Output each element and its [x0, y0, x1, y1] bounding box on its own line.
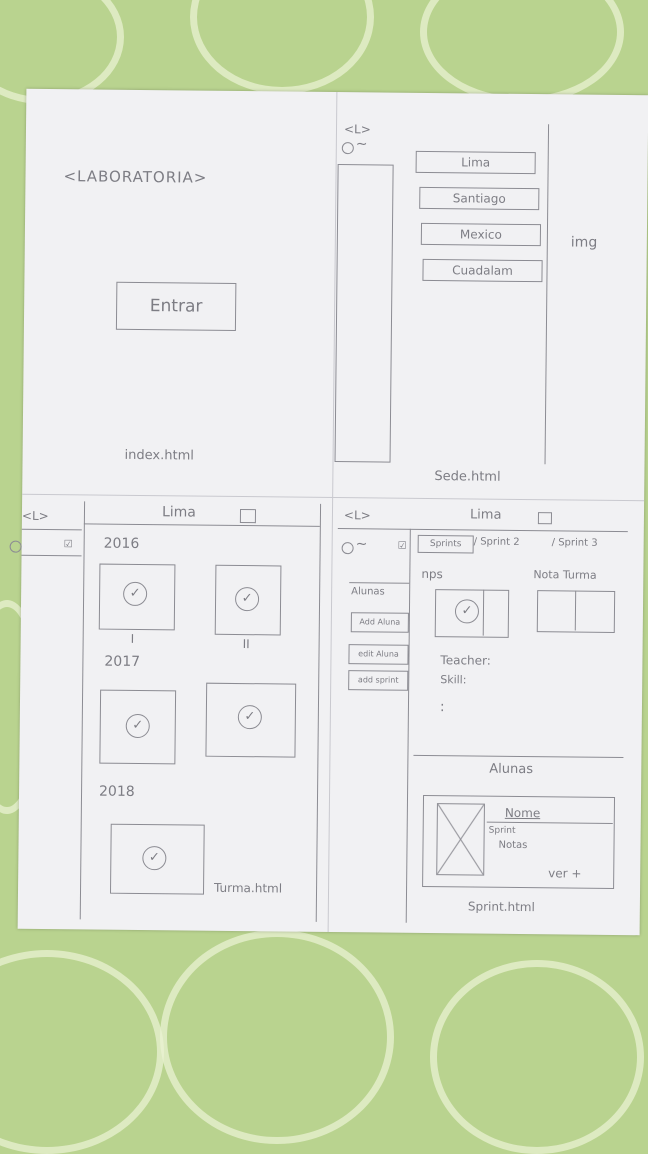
- city-button-lima[interactable]: Lima: [415, 150, 536, 175]
- sidebar-top-line: [349, 582, 410, 584]
- turma-mark-1: I: [130, 631, 135, 646]
- year-2016-label: 2016: [103, 535, 140, 552]
- user-avatar-icon[interactable]: [341, 142, 354, 155]
- window-square-icon[interactable]: [239, 509, 257, 524]
- alunas-section-label: Alunas: [489, 761, 534, 778]
- sede-sidebar: [334, 164, 394, 463]
- city-button-mexico[interactable]: Mexico: [420, 222, 542, 247]
- aluna-photo-placeholder: [436, 803, 485, 876]
- sede-filename: Sede.html: [434, 469, 501, 485]
- fold-line-vertical: [327, 92, 338, 932]
- checkmark-icon: ✓: [234, 586, 260, 612]
- checkmark-icon: ✓: [454, 599, 480, 624]
- skill-label: Skill:: [440, 673, 467, 687]
- sprint-logo: <L>: [343, 508, 371, 523]
- checkmark-icon: ✓: [125, 713, 150, 739]
- sprint-sidebar-right: [405, 528, 411, 923]
- year-2018-label: 2018: [98, 783, 135, 800]
- turma-header-line: [21, 528, 82, 531]
- sprint-filename: Sprint.html: [467, 899, 535, 915]
- sidebar-item-edit-aluna[interactable]: edit Aluna: [348, 644, 409, 665]
- user-avatar-icon[interactable]: [341, 542, 354, 555]
- turma-title: Lima: [161, 504, 196, 521]
- sprint-top-bar: [337, 528, 628, 533]
- turma-title-bar: [83, 523, 320, 527]
- image-placeholder-label: img: [570, 234, 598, 251]
- index-filename: index.html: [124, 447, 194, 464]
- year-2017-label: 2017: [104, 653, 141, 670]
- aluna-notas-label: Notas: [498, 839, 528, 852]
- checkmark-icon: ✓: [142, 846, 167, 871]
- ver-mais-link[interactable]: ver +: [548, 866, 581, 880]
- teacher-label: Teacher:: [440, 653, 491, 668]
- turma-mark-2: II: [242, 637, 250, 652]
- city-button-santiago[interactable]: Santiago: [419, 186, 540, 211]
- turma-right-border: [315, 503, 322, 922]
- tab-sprint-2[interactable]: / Sprint 2: [474, 536, 520, 547]
- sede-logo: <L>: [343, 122, 371, 137]
- checkbox-icon[interactable]: ☑: [64, 539, 73, 550]
- sidebar-item-alunas[interactable]: Alunas: [351, 586, 385, 597]
- turma-filename: Turma.html: [213, 880, 283, 896]
- laboratoria-logo: <LABORATORIA>: [63, 167, 208, 187]
- checkbox-icon[interactable]: ☑: [398, 541, 407, 552]
- enter-button[interactable]: Entrar: [115, 281, 237, 331]
- window-square-icon[interactable]: [537, 512, 553, 525]
- aluna-sprint-label: Sprint: [488, 825, 516, 836]
- sidebar-item-add-sprint[interactable]: add sprint: [348, 670, 409, 691]
- nota-turma-label: Nota Turma: [533, 568, 597, 582]
- turma-logo: <L>: [21, 508, 49, 524]
- checkmark-icon: ✓: [123, 581, 148, 607]
- sede-right-divider: [544, 124, 550, 465]
- user-avatar-icon[interactable]: [9, 540, 22, 553]
- aluna-name: Nome: [504, 805, 541, 821]
- checkmark-icon: ✓: [237, 705, 262, 730]
- sidebar-item-add-aluna[interactable]: Add Aluna: [350, 612, 409, 633]
- turma-sidebar-line: [21, 554, 82, 557]
- city-button-cuadalam[interactable]: Cuadalam: [422, 258, 543, 283]
- turma-left-border: [79, 501, 86, 920]
- sprint-section-divider: [413, 754, 624, 759]
- more-ellipsis: :: [439, 699, 445, 716]
- tab-sprints[interactable]: Sprints: [417, 534, 474, 554]
- sprint-title: Lima: [469, 507, 502, 523]
- tab-sprint-3[interactable]: / Sprint 3: [552, 537, 598, 548]
- wireframe-sheet: <LABORATORIA> Entrar index.html <L> ~ Li…: [9, 88, 648, 936]
- menu-icon[interactable]: ~: [356, 536, 368, 552]
- menu-icon[interactable]: ~: [356, 136, 368, 152]
- nps-label: nps: [421, 566, 443, 582]
